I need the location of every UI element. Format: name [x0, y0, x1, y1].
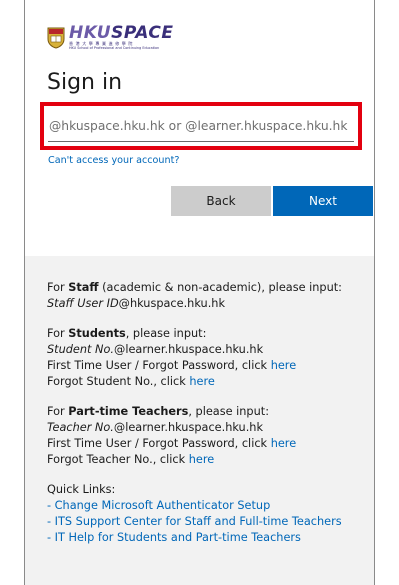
- students-instructions: For Students, please input: Student No.@…: [47, 327, 297, 388]
- students-label: Students: [68, 327, 126, 340]
- students-first-time-link[interactable]: here: [271, 359, 296, 372]
- logo-word-space: SPACE: [111, 23, 174, 43]
- logo-word-hku: HKU: [69, 23, 112, 43]
- students-forgot-number-link[interactable]: here: [189, 375, 214, 388]
- teachers-instructions: For Part-time Teachers, please input: Te…: [47, 405, 297, 466]
- quick-link-its-support[interactable]: - ITS Support Center for Staff and Full-…: [47, 514, 360, 530]
- back-button[interactable]: Back: [171, 186, 271, 216]
- page-title: Sign in: [47, 70, 123, 95]
- teachers-label: Part-time Teachers: [68, 405, 189, 418]
- quick-links: Quick Links: - Change Microsoft Authenti…: [47, 482, 360, 546]
- instructions-panel: For Staff (academic & non-academic), ple…: [25, 256, 374, 585]
- staff-label: Staff: [68, 281, 99, 294]
- email-input[interactable]: [48, 110, 354, 142]
- cant-access-account-link[interactable]: Can't access your account?: [48, 155, 179, 166]
- quick-link-it-help[interactable]: - IT Help for Students and Part-time Tea…: [47, 530, 360, 546]
- crest-icon: [47, 27, 65, 49]
- hkuspace-logo: HKUSPACE 香港大學專業進修學院 HKU School of Profes…: [47, 23, 174, 50]
- next-button[interactable]: Next: [273, 186, 373, 216]
- quick-links-heading: Quick Links:: [47, 483, 116, 496]
- sign-in-card: HKUSPACE 香港大學專業進修學院 HKU School of Profes…: [24, 0, 375, 585]
- logo-english-name: HKU School of Professional and Continuin…: [69, 46, 160, 50]
- teachers-first-time-link[interactable]: here: [271, 437, 296, 450]
- staff-instructions: For Staff (academic & non-academic), ple…: [47, 281, 342, 310]
- teachers-forgot-number-link[interactable]: here: [189, 453, 214, 466]
- quick-link-authenticator[interactable]: - Change Microsoft Authenticator Setup: [47, 498, 360, 514]
